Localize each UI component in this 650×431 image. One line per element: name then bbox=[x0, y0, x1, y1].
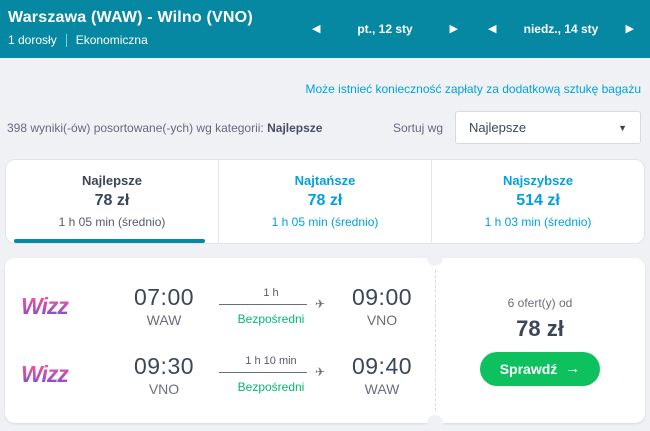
sort-dropdown-value: Najlepsze bbox=[469, 120, 527, 135]
leg-duration: 1 h bbox=[263, 286, 279, 299]
plane-icon: ✈ bbox=[314, 296, 325, 311]
leg-duration: 1 h 10 min bbox=[245, 355, 297, 368]
results-summary-text: 398 wyniki(-ów) posortowane(-ych) wg kat… bbox=[7, 120, 268, 135]
results-bar: 398 wyniki(-ów) posortowane(-ych) wg kat… bbox=[0, 111, 650, 144]
outbound-leg: Wizz 07:00 WAW 1 h ✈ Bezpośredni 09:00 V… bbox=[21, 284, 435, 328]
arrival-time: 09:00 bbox=[351, 284, 413, 311]
arrival-endpoint: 09:00 VNO bbox=[343, 284, 421, 328]
search-summary-header: Warszawa (WAW) - Wilno (VNO) 1 dorosły E… bbox=[0, 0, 650, 58]
outbound-date-label: pt., 12 sty bbox=[357, 22, 413, 36]
tab-cheapest-duration: 1 h 05 min (średnio) bbox=[271, 215, 379, 229]
tab-cheapest-price: 78 zł bbox=[307, 192, 343, 209]
return-date-label: niedz., 14 sty bbox=[523, 22, 599, 36]
leg-middle: 1 h ✈ Bezpośredni bbox=[213, 287, 329, 326]
ticket-notch-bottom bbox=[427, 415, 443, 431]
active-tab-indicator bbox=[14, 239, 205, 243]
arrival-time: 09:40 bbox=[351, 352, 413, 379]
arrival-endpoint: 09:40 WAW bbox=[343, 353, 421, 397]
flight-result-card[interactable]: Wizz 07:00 WAW 1 h ✈ Bezpośredni 09:00 V… bbox=[5, 250, 645, 431]
departure-airport-code: WAW bbox=[146, 312, 182, 329]
departure-time: 09:30 bbox=[133, 352, 195, 379]
date-navigation: ◀ pt., 12 sty ▶ ◀ niedz., 14 sty ▶ bbox=[306, 0, 640, 58]
tab-fastest-label: Najszybsze bbox=[502, 173, 574, 188]
itinerary-section: Wizz 07:00 WAW 1 h ✈ Bezpośredni 09:00 V… bbox=[5, 258, 435, 423]
tab-fastest[interactable]: Najszybsze 514 zł 1 h 03 min (średnio) bbox=[431, 160, 644, 243]
tab-fastest-duration: 1 h 03 min (średnio) bbox=[484, 215, 592, 229]
results-summary: 398 wyniki(-ów) posortowane(-ych) wg kat… bbox=[7, 121, 322, 135]
tab-best-label: Najlepsze bbox=[82, 173, 142, 188]
tab-fastest-price: 514 zł bbox=[516, 192, 560, 209]
sort-summary-tabs: Najlepsze 78 zł 1 h 05 min (średnio) Naj… bbox=[5, 159, 645, 244]
route-title: Warszawa (WAW) - Wilno (VNO) bbox=[8, 9, 253, 26]
leg-stops-label: Bezpośredni bbox=[237, 380, 305, 395]
best-price: 78 zł bbox=[516, 315, 564, 341]
leg-line-bar bbox=[219, 372, 307, 374]
outbound-next-day-icon[interactable]: ▶ bbox=[444, 20, 464, 39]
wizzair-logo: Wizz bbox=[21, 293, 125, 320]
departure-endpoint: 09:30 VNO bbox=[125, 353, 203, 397]
ticket-notch-top bbox=[427, 250, 443, 266]
tab-best-price: 78 zł bbox=[94, 192, 130, 209]
tab-best[interactable]: Najlepsze 78 zł 1 h 05 min (średnio) bbox=[6, 160, 218, 243]
sort-by-label: Sortuj wg bbox=[392, 120, 443, 135]
check-deal-button-label: Sprawdź bbox=[499, 360, 558, 377]
leg-line-bar bbox=[219, 303, 307, 305]
return-leg: Wizz 09:30 VNO 1 h 10 min ✈ Bezpośredni … bbox=[21, 353, 435, 397]
passengers-summary: 1 dorosły bbox=[8, 33, 57, 47]
return-date-group: ◀ niedz., 14 sty ▶ bbox=[482, 20, 640, 39]
arrow-right-icon: → bbox=[565, 360, 581, 377]
leg-line: ✈ bbox=[219, 296, 325, 311]
leg-line: ✈ bbox=[219, 365, 325, 380]
plane-icon: ✈ bbox=[314, 365, 325, 380]
outbound-date-group: ◀ pt., 12 sty ▶ bbox=[306, 20, 464, 39]
chevron-down-icon: ▼ bbox=[618, 122, 627, 133]
header-separator bbox=[65, 33, 67, 47]
sort-dropdown[interactable]: Najlepsze ▼ bbox=[455, 111, 641, 144]
return-prev-day-icon[interactable]: ◀ bbox=[482, 20, 502, 39]
results-summary-sort-category: Najlepsze bbox=[267, 120, 323, 135]
ticket-perforation-divider bbox=[435, 270, 436, 411]
outbound-prev-day-icon[interactable]: ◀ bbox=[306, 20, 326, 39]
tab-cheapest-label: Najtańsze bbox=[294, 173, 356, 188]
baggage-notice-row: Może istnieć konieczność zapłaty za doda… bbox=[0, 80, 650, 98]
leg-stops-label: Bezpośredni bbox=[237, 311, 305, 326]
departure-endpoint: 07:00 WAW bbox=[125, 284, 203, 328]
leg-middle: 1 h 10 min ✈ Bezpośredni bbox=[213, 355, 329, 394]
arrival-airport-code: VNO bbox=[366, 312, 398, 329]
offers-count-label: 6 ofert(y) od bbox=[507, 295, 573, 310]
cabin-class-summary: Ekonomiczna bbox=[75, 33, 148, 47]
return-next-day-icon[interactable]: ▶ bbox=[620, 20, 640, 39]
baggage-fee-notice-link[interactable]: Może istnieć konieczność zapłaty za doda… bbox=[305, 82, 641, 96]
wizzair-logo: Wizz bbox=[21, 361, 125, 388]
price-section: 6 ofert(y) od 78 zł Sprawdź → bbox=[435, 258, 645, 423]
tab-best-duration: 1 h 05 min (średnio) bbox=[58, 215, 166, 229]
departure-time: 07:00 bbox=[133, 284, 195, 311]
arrival-airport-code: WAW bbox=[364, 380, 400, 397]
tab-cheapest[interactable]: Najtańsze 78 zł 1 h 05 min (średnio) bbox=[218, 160, 431, 243]
check-deal-button[interactable]: Sprawdź → bbox=[479, 351, 601, 386]
departure-airport-code: VNO bbox=[148, 380, 180, 397]
